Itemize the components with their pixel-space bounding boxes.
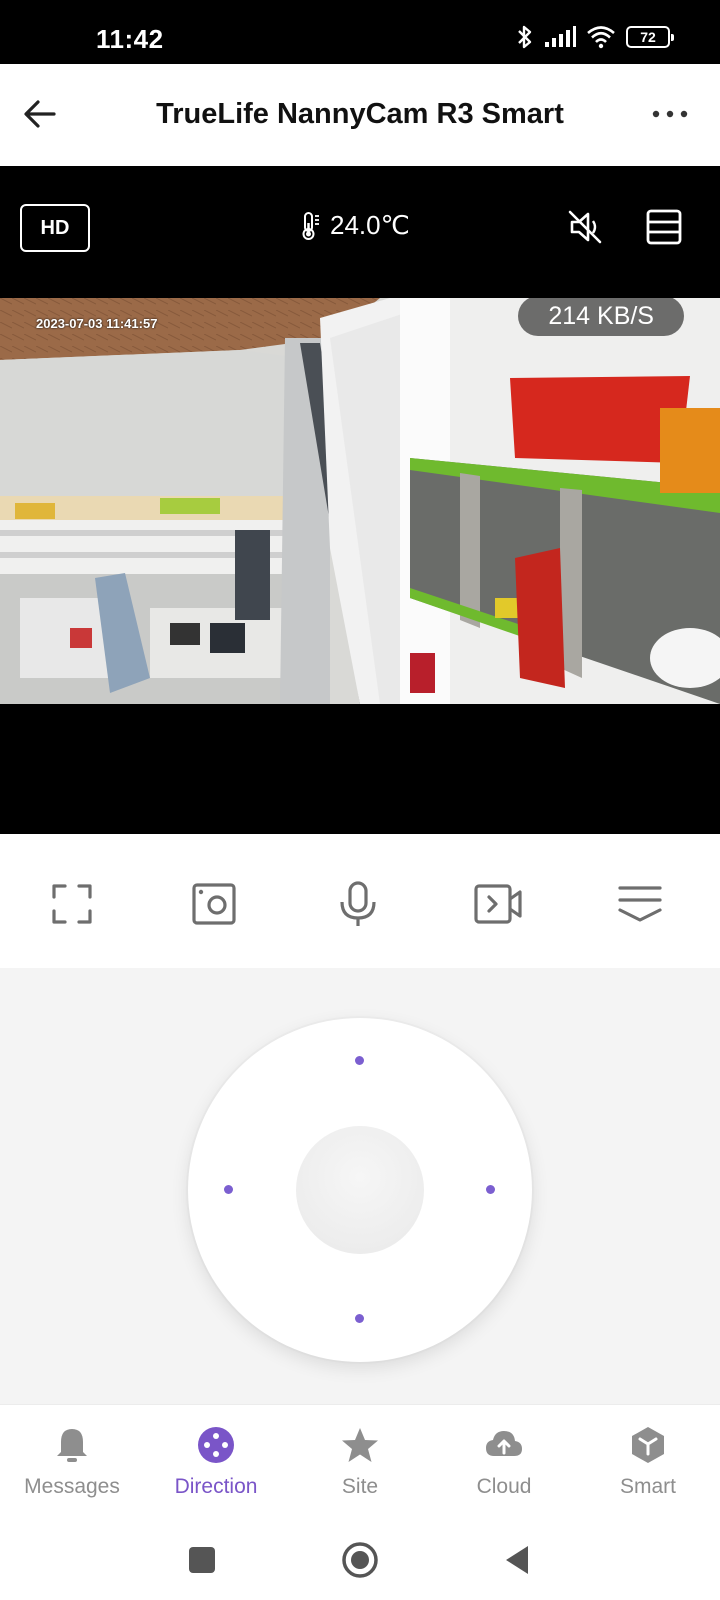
nav-smart[interactable]: Smart [576,1405,720,1527]
nav-site-label: Site [341,1475,379,1498]
bell-icon [57,1429,87,1462]
direction-pad-icon [198,1427,234,1463]
direction-left-dot[interactable] [224,1185,233,1194]
app-bar: TrueLife NannyCam R3 Smart [0,64,720,166]
star-icon [342,1428,378,1462]
hd-quality-button[interactable]: HD [20,204,90,252]
temperature-value: 24.0℃ [330,210,410,240]
microphone-icon[interactable] [334,880,382,928]
status-bar: 11:42 72 [0,0,720,64]
nav-smart-label: Smart [619,1475,676,1498]
cloud-upload-icon [486,1431,522,1456]
layout-icon[interactable] [644,206,684,248]
nav-cloud-label: Cloud [476,1475,532,1498]
smart-cube-icon [632,1427,664,1463]
ptz-control-area [0,968,720,1404]
bitrate-badge: 214 KB/S [518,298,684,336]
collapse-icon[interactable] [616,880,664,928]
more-horizontal-icon[interactable] [648,100,692,128]
back-triangle-icon[interactable] [496,1538,540,1582]
video-timestamp: 2023-07-03 11:41:57 [36,316,158,331]
system-navigation-bar [0,1526,720,1600]
nav-cloud[interactable]: Cloud [432,1405,576,1527]
camera-bottom-letterbox [0,704,720,834]
fullscreen-icon[interactable] [48,880,96,928]
temperature-readout: 24.0℃ [300,210,410,241]
signal-icon [545,26,576,47]
wifi-icon [587,26,615,49]
direction-center-button[interactable] [296,1126,424,1254]
nav-direction[interactable]: Direction [144,1405,288,1527]
direction-up-dot[interactable] [355,1056,364,1065]
bluetooth-icon [518,25,532,49]
page-title: TrueLife NannyCam R3 Smart [156,98,564,130]
battery-icon: 72 [626,26,674,48]
status-icons: 72 [516,22,674,52]
nav-direction-label: Direction [174,1475,258,1498]
video-scene [0,298,720,704]
nav-messages-label: Messages [24,1475,120,1498]
direction-right-dot[interactable] [486,1185,495,1194]
mute-icon[interactable] [564,206,606,248]
screen: 11:42 72 TrueLife NannyCam R3 Smart HD 2… [0,0,720,1600]
nav-messages[interactable]: Messages [0,1405,144,1527]
direction-down-dot[interactable] [355,1314,364,1323]
camera-video-feed[interactable]: 2023-07-03 11:41:57 214 KB/S [0,298,720,704]
thermometer-icon [302,211,319,240]
record-video-icon[interactable] [474,880,522,928]
direction-dial[interactable] [188,1018,532,1362]
status-time: 11:42 [96,24,164,54]
nav-site[interactable]: Site [288,1405,432,1527]
bottom-navigation: Messages Direction Site Cloud Smart [0,1404,720,1526]
camera-toolbar [0,834,720,968]
home-circle-icon[interactable] [338,1538,382,1582]
recents-square-icon[interactable] [180,1538,224,1582]
snapshot-icon[interactable] [190,880,238,928]
camera-top-bar: HD 24.0℃ [0,166,720,298]
